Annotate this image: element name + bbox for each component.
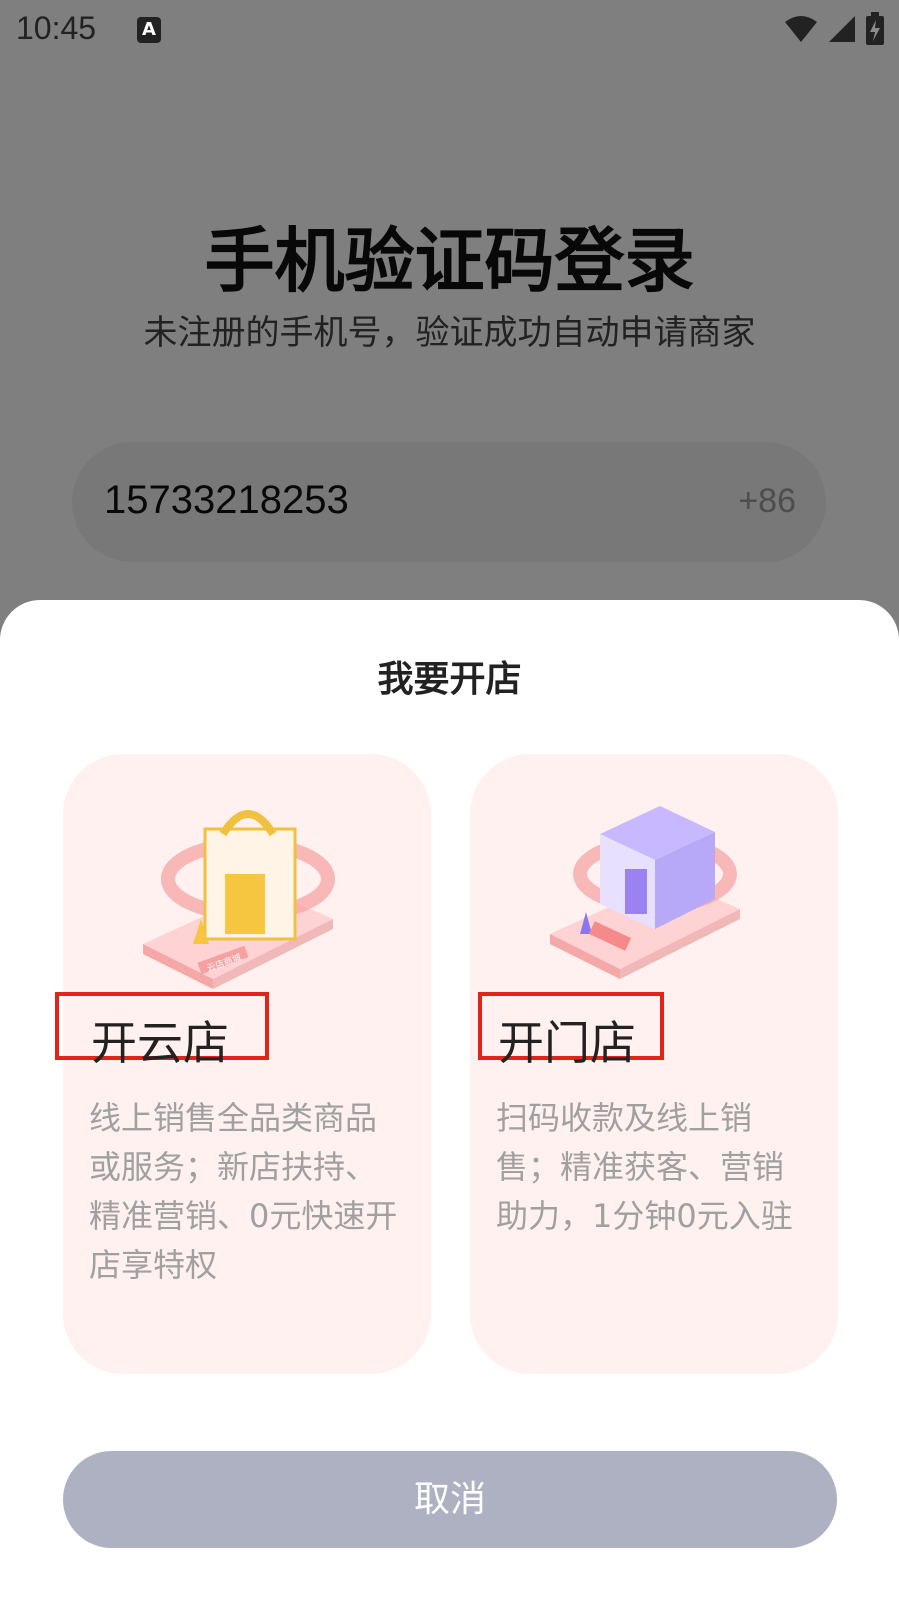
cloud-store-illustration-icon: 云店商城	[143, 810, 335, 989]
cloud-store-label: 开云店	[91, 1016, 229, 1070]
physical-store-label: 开门店	[498, 1016, 636, 1070]
open-store-sheet: 我要开店 云店商城 开云店 线上销售全品类商品或服务；新店扶持、精准营销、0元快…	[0, 600, 899, 1599]
physical-store-description: 扫码收款及线上销售；精准获客、营销助力，1分钟0元入驻	[496, 1099, 793, 1235]
status-bar: 10:45 A	[0, 0, 899, 64]
status-icons	[783, 12, 885, 46]
notification-icon: A	[137, 17, 161, 43]
battery-icon	[866, 12, 884, 45]
cloud-store-description: 线上销售全品类商品或服务；新店扶持、精准营销、0元快速开店享特权	[89, 1099, 398, 1284]
cancel-button[interactable]: 取消	[63, 1451, 837, 1548]
signal-icon	[829, 16, 855, 42]
wifi-icon	[785, 16, 817, 42]
sheet-title: 我要开店	[377, 659, 522, 700]
status-time: 10:45	[16, 10, 97, 46]
physical-store-illustration-icon	[550, 806, 740, 979]
cloud-store-card[interactable]: 云店商城 开云店 线上销售全品类商品或服务；新店扶持、精准营销、0元快速开店享特…	[55, 754, 431, 1374]
physical-store-card[interactable]: 开门店 扫码收款及线上销售；精准获客、营销助力，1分钟0元入驻	[470, 754, 838, 1374]
